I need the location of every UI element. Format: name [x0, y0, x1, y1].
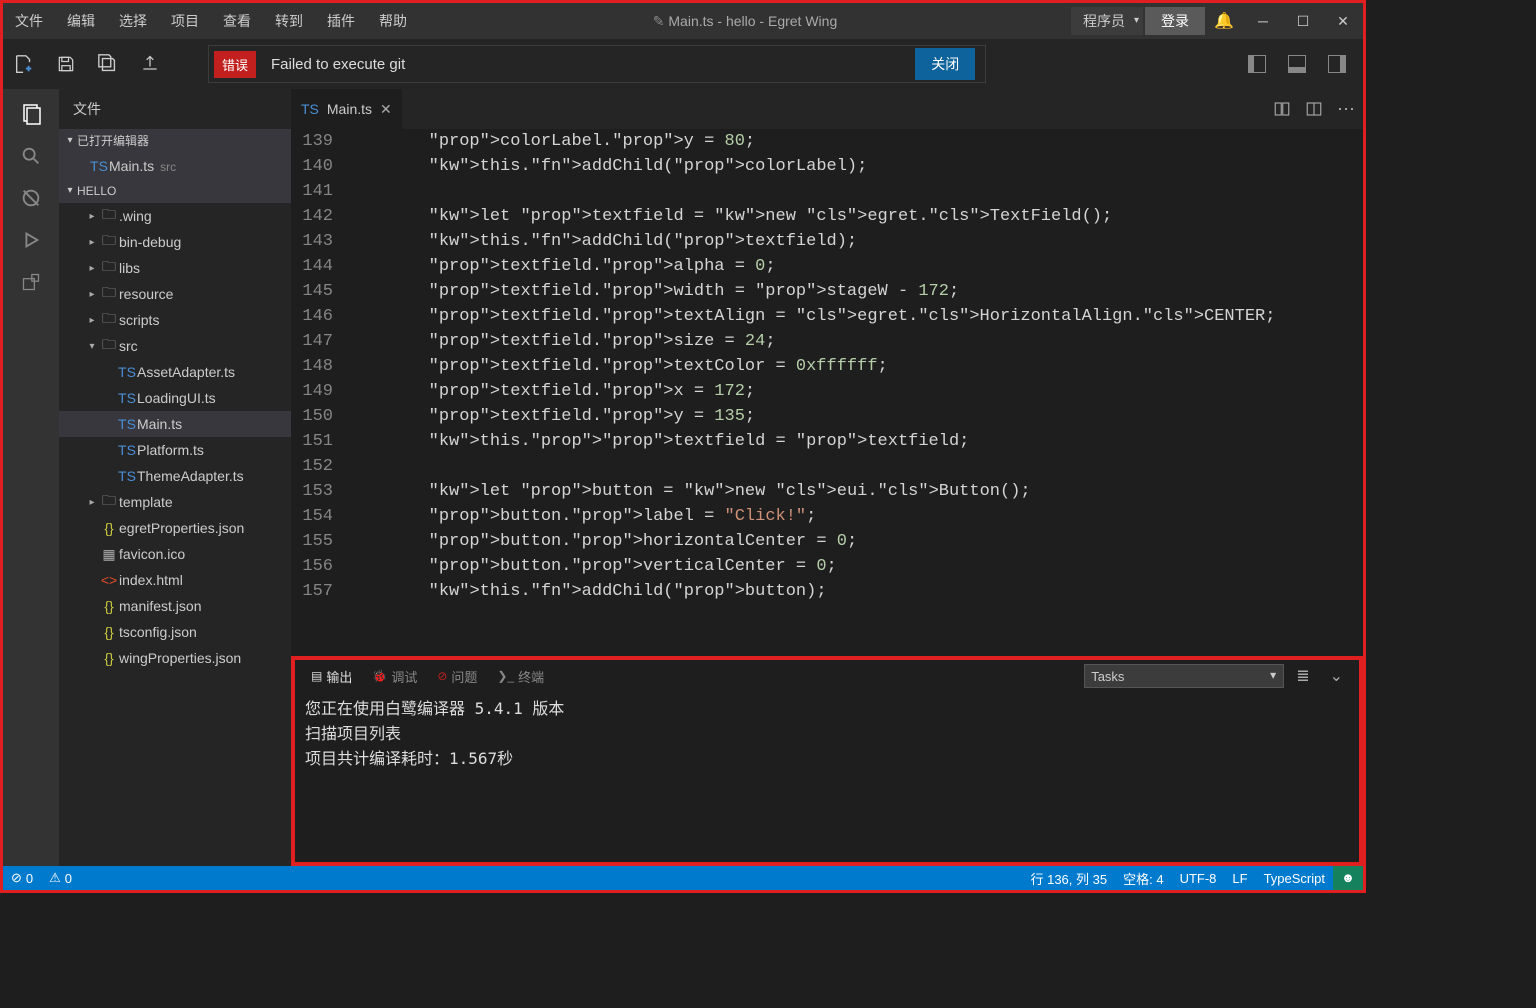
status-encoding[interactable]: UTF-8 — [1172, 866, 1225, 890]
tree-folder[interactable]: ▸🗀.wing — [59, 203, 291, 229]
search-icon[interactable] — [3, 135, 59, 177]
tree-file[interactable]: TSAssetAdapter.ts — [59, 359, 291, 385]
bell-icon[interactable]: 🔔 — [1207, 11, 1241, 31]
menu-item[interactable]: 选择 — [107, 3, 159, 39]
tree-folder[interactable]: ▸🗀resource — [59, 281, 291, 307]
tree-file[interactable]: TSMain.ts — [59, 411, 291, 437]
compare-icon[interactable] — [1273, 100, 1291, 118]
menu-item[interactable]: 转到 — [263, 3, 315, 39]
layout-bottom-icon[interactable] — [1277, 39, 1317, 89]
menu-item[interactable]: 项目 — [159, 3, 211, 39]
tree-folder[interactable]: ▸🗀scripts — [59, 307, 291, 333]
user-role-dropdown[interactable]: 程序员 — [1071, 7, 1143, 35]
window-title: ✎ Main.ts - hello - Egret Wing — [419, 13, 1071, 30]
explorer-icon[interactable] — [3, 93, 59, 135]
panel-tab-debug[interactable]: 🐞调试 — [364, 663, 425, 690]
error-badge: 错误 — [214, 51, 256, 78]
menu-item[interactable]: 插件 — [315, 3, 367, 39]
statusbar: ⊘0 ⚠0 行 136, 列 35 空格: 4 UTF-8 LF TypeScr… — [3, 866, 1363, 890]
split-icon[interactable] — [1305, 100, 1323, 118]
error-notification: 错误 Failed to execute git 关闭 — [208, 45, 986, 83]
tree-file[interactable]: TSPlatform.ts — [59, 437, 291, 463]
source-control-icon[interactable] — [3, 177, 59, 219]
tree-file[interactable]: TSLoadingUI.ts — [59, 385, 291, 411]
editor-tabs: TS Main.ts ✕ ⋯ — [291, 89, 1363, 129]
clear-output-icon[interactable]: ≣ — [1288, 666, 1317, 686]
editor-tab[interactable]: TS Main.ts ✕ — [291, 89, 403, 129]
status-eol[interactable]: LF — [1224, 866, 1255, 890]
menu-item[interactable]: 帮助 — [367, 3, 419, 39]
notification-close-button[interactable]: 关闭 — [915, 48, 975, 80]
sidebar: 文件 ▾已打开编辑器 TS Main.tssrc ▾HELLO ▸🗀.wing▸… — [59, 89, 291, 866]
maximize-icon[interactable]: ☐ — [1283, 3, 1323, 39]
upload-icon[interactable] — [129, 39, 171, 89]
menu-item[interactable]: 编辑 — [55, 3, 107, 39]
panel-tab-problems[interactable]: ⊘问题 — [429, 663, 485, 690]
tree-file[interactable]: <>index.html — [59, 567, 291, 593]
collapse-panel-icon[interactable]: ⌄ — [1322, 666, 1351, 686]
tree-file[interactable]: ▦favicon.ico — [59, 541, 291, 567]
layout-left-icon[interactable] — [1237, 39, 1277, 89]
file-tree: ▸🗀.wing▸🗀bin-debug▸🗀libs▸🗀resource▸🗀scri… — [59, 203, 291, 671]
tree-file[interactable]: TSThemeAdapter.ts — [59, 463, 291, 489]
sidebar-title: 文件 — [59, 89, 291, 129]
open-editors-header[interactable]: ▾已打开编辑器 — [59, 129, 291, 153]
status-warnings[interactable]: ⚠0 — [41, 866, 80, 890]
tree-folder[interactable]: ▸🗀template — [59, 489, 291, 515]
close-icon[interactable]: ✕ — [1323, 3, 1363, 39]
main-menu: 文件编辑选择项目查看转到插件帮助 — [3, 3, 419, 39]
new-file-icon[interactable] — [3, 39, 45, 89]
toolbar: 错误 Failed to execute git 关闭 — [3, 39, 1363, 89]
debug-icon[interactable] — [3, 219, 59, 261]
output-content[interactable]: 您正在使用白鹭编译器 5.4.1 版本扫描项目列表项目共计编译耗时：1.567秒 — [295, 692, 1359, 862]
notification-message: Failed to execute git — [271, 56, 905, 73]
menu-item[interactable]: 查看 — [211, 3, 263, 39]
output-panel: ▤输出 🐞调试 ⊘问题 ❯_终端 Tasks ≣ ⌄ 您正在使用白鹭编译器 5.… — [291, 656, 1363, 866]
tree-folder[interactable]: ▸🗀bin-debug — [59, 229, 291, 255]
tree-file[interactable]: {}egretProperties.json — [59, 515, 291, 541]
titlebar: 文件编辑选择项目查看转到插件帮助 ✎ Main.ts - hello - Egr… — [3, 3, 1363, 39]
tree-file[interactable]: {}wingProperties.json — [59, 645, 291, 671]
tree-folder[interactable]: ▾🗀src — [59, 333, 291, 359]
tree-folder[interactable]: ▸🗀libs — [59, 255, 291, 281]
open-editor-item[interactable]: TS Main.tssrc — [59, 153, 291, 179]
tree-file[interactable]: {}tsconfig.json — [59, 619, 291, 645]
tab-close-icon[interactable]: ✕ — [380, 101, 392, 118]
tab-label: Main.ts — [327, 101, 372, 117]
panel-tab-output[interactable]: ▤输出 — [303, 663, 360, 690]
editor-area: TS Main.ts ✕ ⋯ 1391401411421431441451461… — [291, 89, 1363, 866]
save-icon[interactable] — [45, 39, 87, 89]
more-icon[interactable]: ⋯ — [1337, 99, 1355, 120]
tree-file[interactable]: {}manifest.json — [59, 593, 291, 619]
activitybar — [3, 89, 59, 866]
menu-item[interactable]: 文件 — [3, 3, 55, 39]
save-all-icon[interactable] — [87, 39, 129, 89]
extensions-icon[interactable] — [3, 261, 59, 303]
panel-tab-terminal[interactable]: ❯_终端 — [489, 663, 552, 690]
minimize-icon[interactable]: ─ — [1243, 3, 1283, 39]
feedback-icon[interactable]: ☻ — [1333, 866, 1363, 890]
layout-right-icon[interactable] — [1317, 39, 1357, 89]
status-language[interactable]: TypeScript — [1256, 866, 1333, 890]
status-cursor[interactable]: 行 136, 列 35 — [1022, 866, 1115, 890]
project-header[interactable]: ▾HELLO — [59, 179, 291, 203]
login-button[interactable]: 登录 — [1145, 7, 1205, 35]
status-errors[interactable]: ⊘0 — [3, 866, 41, 890]
output-channel-select[interactable]: Tasks — [1084, 664, 1284, 688]
code-editor[interactable]: 1391401411421431441451461471481491501511… — [291, 129, 1363, 656]
status-spaces[interactable]: 空格: 4 — [1115, 866, 1171, 890]
